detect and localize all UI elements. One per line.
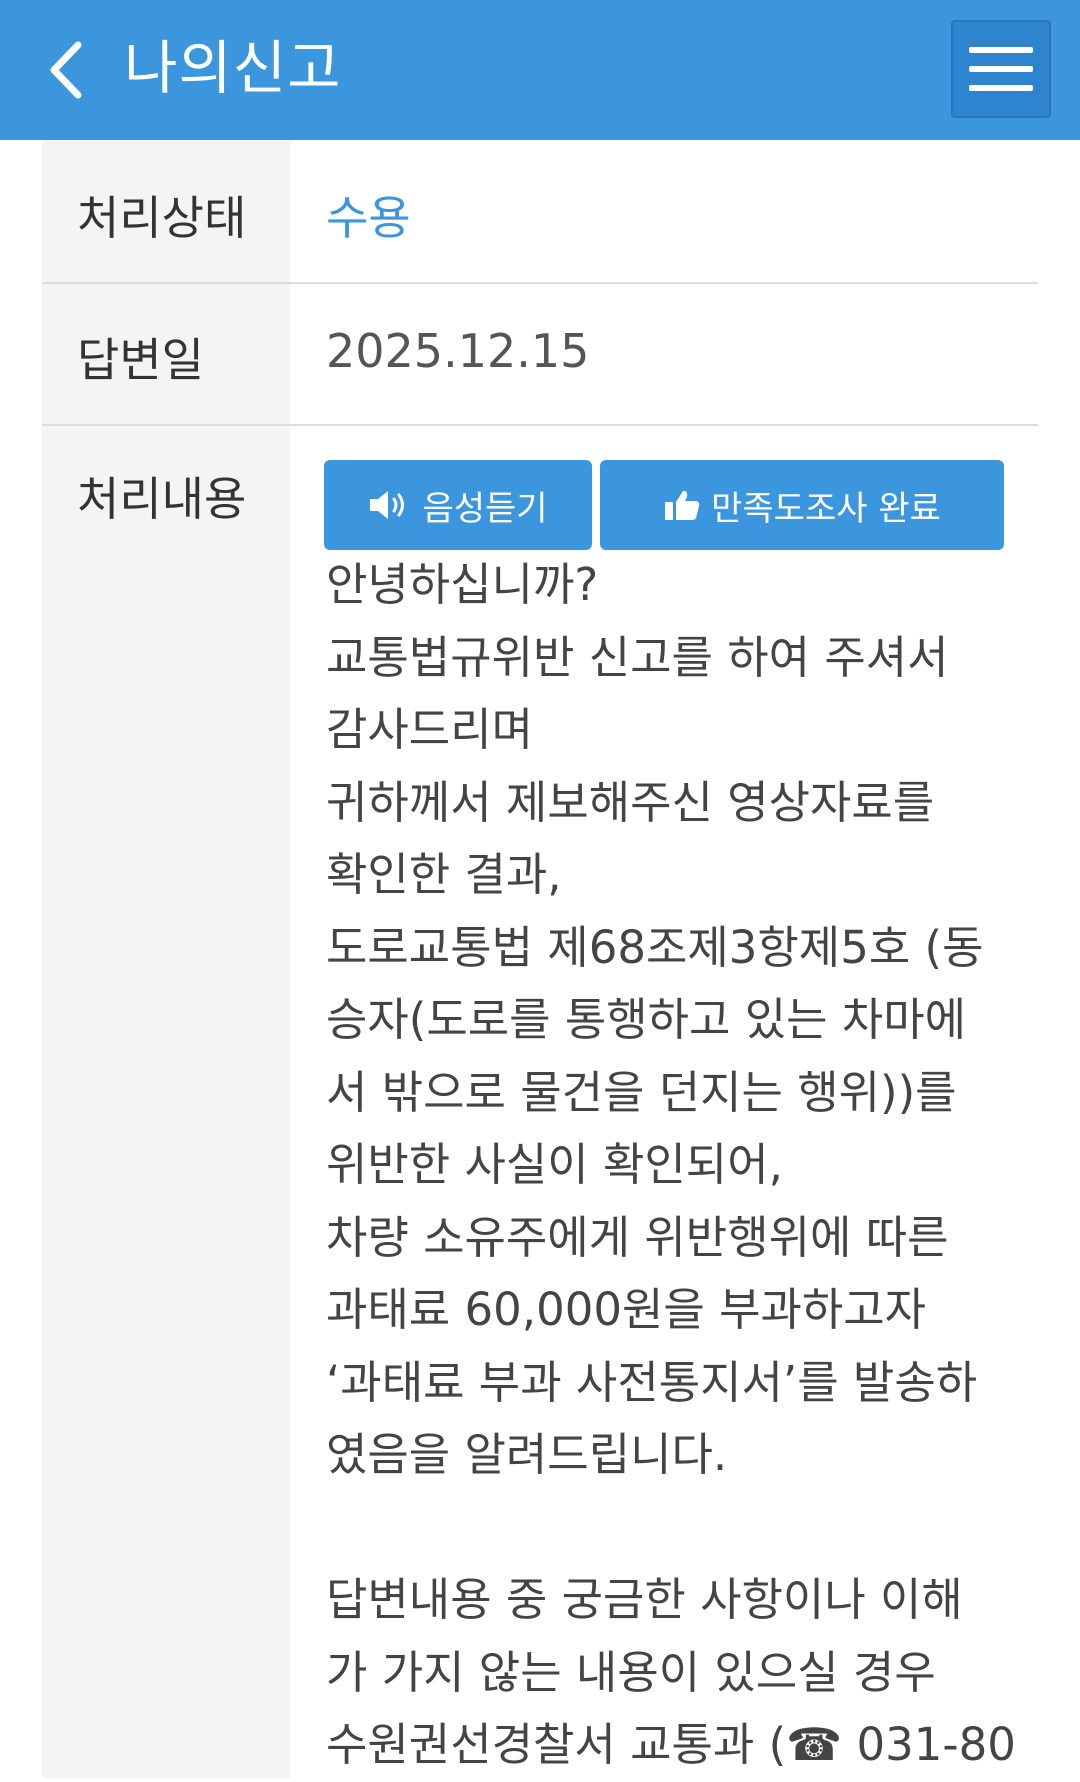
- answer-date-value: 2025.12.15: [326, 324, 590, 378]
- content-line: 차량 소유주에게 위반행위에 따른: [326, 1210, 949, 1264]
- thumbs-up-icon: [663, 488, 701, 522]
- hamburger-menu-icon: [969, 47, 1033, 91]
- content-line: 답변내용 중 궁금한 사항이나 이해: [326, 1573, 963, 1626]
- content-line: 였음을 알려드립니다.: [326, 1428, 728, 1481]
- answer-date-label: 답변일: [77, 333, 204, 387]
- content-line: 과태료 60,000원을 부과하고자: [326, 1283, 927, 1336]
- content-line-blank: [326, 1492, 1026, 1565]
- page-title: 나의신고: [124, 34, 342, 102]
- content-label: 처리내용: [77, 472, 247, 526]
- content-line: 서 밖으로 물건을 던지는 행위))를: [326, 1065, 957, 1119]
- content-line: ‘과태료 부과 사전통지서’를 발송하: [326, 1355, 978, 1409]
- content-line: 위반한 사실이 확인되어,: [326, 1138, 783, 1191]
- survey-complete-button[interactable]: 만족도조사 완료: [600, 460, 1004, 550]
- report-detail-table: 처리상태 수용 답변일 2025.12.15 처리내용 음성듣기 만족도조사 완…: [42, 141, 1038, 1778]
- answer-content-text: 안녕하십니까? 교통법규위반 신고를 하여 주셔서 감사드리며 귀하께서 제보해…: [326, 549, 1026, 1782]
- content-line: 교통법규위반 신고를 하여 주셔서: [326, 630, 949, 684]
- status-label-cell: 처리상태: [42, 141, 290, 282]
- voice-listen-button[interactable]: 음성듣기: [324, 460, 592, 550]
- content-line: 귀하께서 제보해주신 영상자료를: [326, 775, 935, 829]
- answer-date-row: 답변일 2025.12.15: [42, 284, 1038, 426]
- content-label-cell: 처리내용: [42, 426, 290, 1778]
- content-line: 수원권선경찰서 교통과 (☎ 031-80: [326, 1718, 1016, 1771]
- chevron-left-icon: [50, 41, 82, 99]
- speaker-icon: [368, 488, 412, 522]
- content-line: 승자(도로를 통행하고 있는 차마에: [326, 993, 967, 1046]
- back-button[interactable]: [36, 32, 96, 108]
- answer-date-label-cell: 답변일: [42, 284, 290, 424]
- status-row: 처리상태 수용: [42, 141, 1038, 284]
- menu-button[interactable]: [951, 20, 1051, 118]
- content-line: 도로교통법 제68조제3항제5호 (동: [326, 920, 984, 974]
- voice-listen-label: 음성듣기: [422, 488, 548, 529]
- content-line: 감사드리며: [326, 703, 534, 756]
- status-value: 수용: [326, 191, 411, 245]
- survey-complete-label: 만족도조사 완료: [711, 488, 941, 529]
- content-line: 확인한 결과,: [326, 848, 562, 901]
- content-line: 안녕하십니까?: [326, 558, 599, 611]
- status-label: 처리상태: [77, 191, 247, 245]
- app-header: 나의신고: [0, 0, 1080, 140]
- content-line: 가 가지 않는 내용이 있으실 경우: [326, 1645, 936, 1699]
